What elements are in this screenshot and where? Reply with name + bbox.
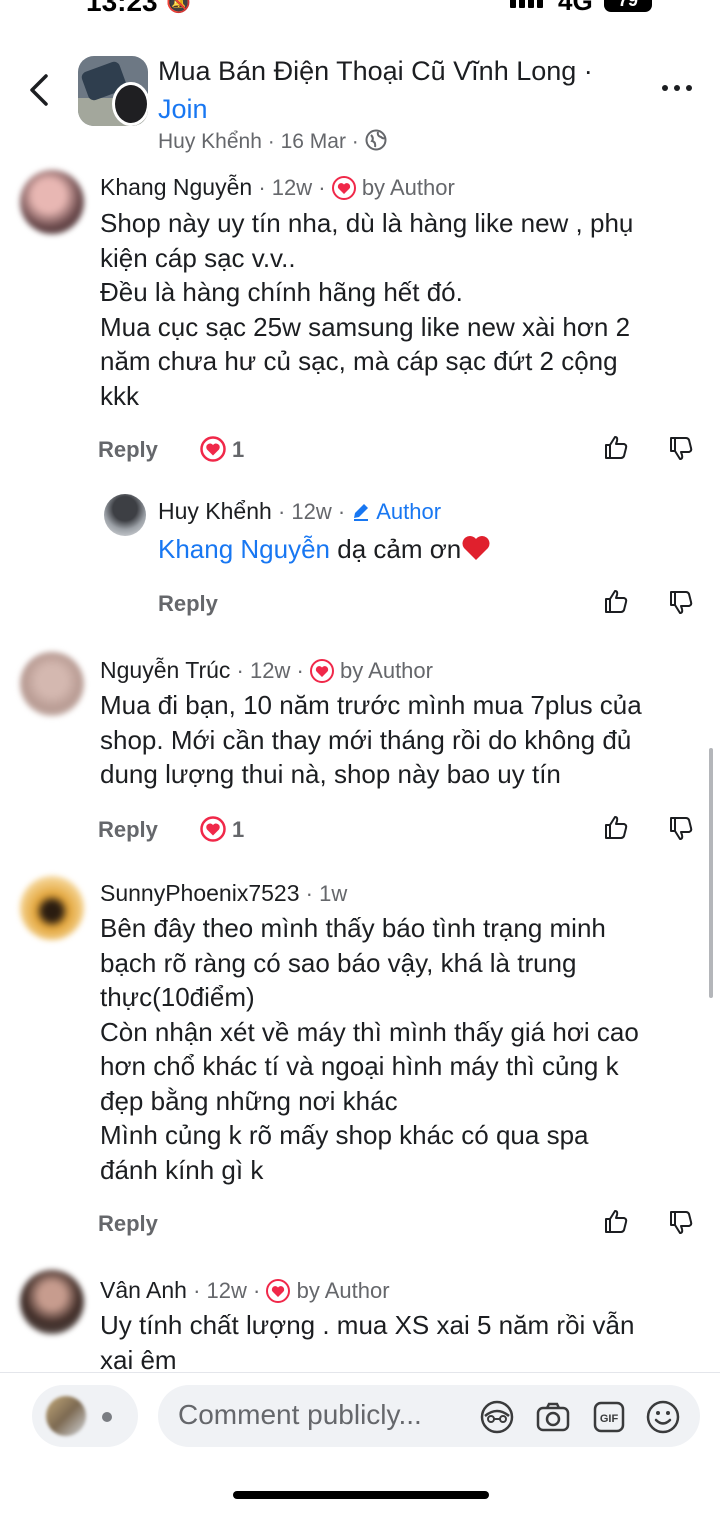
thumbs-up-icon[interactable]	[603, 588, 629, 614]
comment-age[interactable]: 12w	[207, 1278, 247, 1303]
thumbs-down-icon[interactable]	[668, 816, 694, 842]
heart-reaction-icon[interactable]	[200, 436, 226, 462]
commenter-name[interactable]: Nguyễn Trúc	[100, 657, 230, 683]
reply-button[interactable]: Reply	[98, 1211, 158, 1237]
liked-by-author: by Author	[361, 175, 455, 200]
heart-reaction-icon[interactable]	[200, 816, 226, 842]
comment-text: Mua đi bạn, 10 năm trước mình mua 7plus …	[100, 690, 642, 789]
comment-text: Khang Nguyễn dạ cảm ơn	[158, 532, 491, 567]
reply-button[interactable]: Reply	[98, 817, 158, 843]
comment-header: Huy Khểnh · 12w · Author	[158, 498, 442, 524]
gif-icon[interactable]: GIF	[590, 1398, 628, 1436]
commenter-name[interactable]: Vân Anh	[100, 1277, 187, 1303]
group-name[interactable]: Mua Bán Điện Thoại Cũ Vĩnh Long ·	[158, 56, 593, 87]
group-avatar[interactable]	[78, 56, 148, 126]
reaction-count[interactable]: 1	[232, 817, 244, 843]
identity-switcher-button[interactable]	[32, 1385, 138, 1447]
heart-icon	[309, 659, 334, 683]
comment-placeholder: Comment publicly...	[178, 1399, 422, 1430]
avatar-sticker-icon[interactable]	[478, 1398, 516, 1436]
comment-composer: Comment publicly... GIF	[0, 1372, 720, 1513]
comment-text: Shop này uy tín nha, dù là hàng like new…	[100, 208, 634, 411]
emoji-icon[interactable]	[644, 1398, 682, 1436]
scrollbar[interactable]	[709, 748, 713, 998]
comment-text: Bên đây theo mình thấy báo tình trạng mi…	[100, 913, 639, 1185]
comment-header: Vân Anh · 12w · by Author	[100, 1277, 390, 1303]
red-heart-emoji	[462, 536, 490, 560]
comment-header: Nguyễn Trúc · 12w · by Author	[100, 657, 433, 683]
comment-header: Khang Nguyễn · 12w · by Author	[100, 174, 455, 200]
home-indicator[interactable]	[233, 1491, 489, 1499]
join-button[interactable]: Join	[158, 94, 208, 125]
post-header: Mua Bán Điện Thoại Cũ Vĩnh Long · Join H…	[0, 16, 720, 164]
post-date[interactable]: 16 Mar	[281, 130, 346, 153]
signal-icon	[510, 0, 546, 14]
reaction-count[interactable]: 1	[232, 437, 244, 463]
reply-button[interactable]: Reply	[158, 591, 218, 617]
pencil-icon	[354, 504, 369, 521]
back-button[interactable]	[22, 68, 58, 112]
globe-icon	[365, 129, 387, 151]
avatar[interactable]	[20, 170, 84, 234]
battery-icon: 79	[604, 0, 652, 12]
post-meta: Huy Khểnh · 16 Mar ·	[158, 129, 387, 154]
more-options-button[interactable]	[662, 82, 698, 94]
network-type: 4G	[558, 0, 593, 16]
commenter-name[interactable]: SunnyPhoenix7523	[100, 880, 300, 906]
heart-icon	[331, 176, 356, 200]
comment-input[interactable]: Comment publicly... GIF	[158, 1385, 700, 1447]
comment-age[interactable]: 1w	[319, 881, 347, 906]
chevron-down-icon	[102, 1412, 112, 1422]
comment-age[interactable]: 12w	[291, 499, 331, 524]
avatar[interactable]	[20, 876, 84, 940]
liked-by-author: by Author	[340, 658, 433, 683]
mention-link[interactable]: Khang Nguyễn	[158, 534, 330, 564]
avatar[interactable]	[20, 652, 84, 716]
svg-text:GIF: GIF	[600, 1413, 619, 1425]
heart-icon	[266, 1279, 291, 1303]
thumbs-up-icon[interactable]	[603, 434, 629, 460]
status-time: 13:23	[86, 0, 158, 16]
comment-age[interactable]: 12w	[272, 175, 312, 200]
camera-icon[interactable]	[534, 1398, 572, 1436]
author-badge: Author	[376, 499, 442, 524]
avatar[interactable]	[20, 1270, 84, 1334]
chevron-left-icon	[30, 74, 48, 106]
liked-by-author: by Author	[296, 1278, 390, 1303]
avatar[interactable]	[104, 494, 146, 536]
thumbs-down-icon[interactable]	[668, 590, 694, 616]
status-bar: 13:23 🔕 4G 79	[0, 0, 720, 16]
bell-muted-icon: 🔕	[166, 0, 191, 14]
commenter-name[interactable]: Huy Khểnh	[158, 498, 272, 524]
thumbs-up-icon[interactable]	[603, 1208, 629, 1234]
comment-text: Uy tính chất lượng . mua XS xai 5 năm rồ…	[100, 1310, 635, 1375]
thumbs-down-icon[interactable]	[668, 1210, 694, 1236]
post-author[interactable]: Huy Khểnh	[158, 130, 262, 153]
thumbs-up-icon[interactable]	[603, 814, 629, 840]
comment-header: SunnyPhoenix7523 · 1w	[100, 880, 348, 906]
avatar	[46, 1396, 86, 1436]
comment-age[interactable]: 12w	[250, 658, 290, 683]
thumbs-down-icon[interactable]	[668, 436, 694, 462]
commenter-name[interactable]: Khang Nguyễn	[100, 174, 252, 200]
reply-button[interactable]: Reply	[98, 437, 158, 463]
